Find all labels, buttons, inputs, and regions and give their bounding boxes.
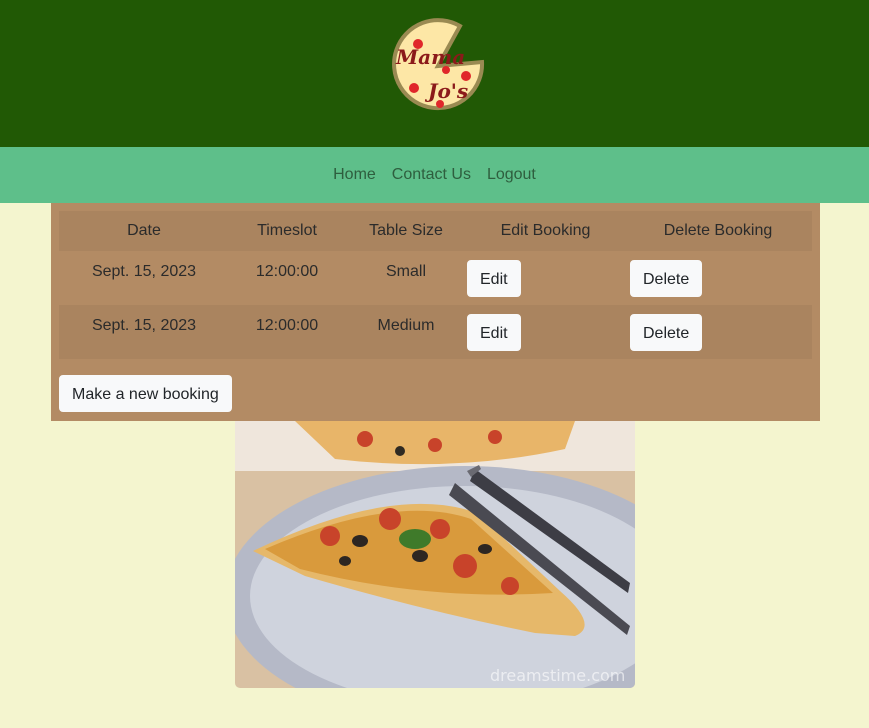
- table-row: Sept. 15, 2023 12:00:00 Medium Edit Dele…: [59, 305, 812, 359]
- mama-jos-logo[interactable]: Mama Jo's: [390, 18, 486, 114]
- booking-timeslot: 12:00:00: [255, 317, 319, 334]
- column-header-table-size: Table Size: [369, 222, 443, 239]
- navbar: Home Contact Us Logout: [0, 147, 869, 203]
- edit-cell: Edit: [467, 251, 624, 305]
- column-header-timeslot: Timeslot: [257, 222, 317, 239]
- pizza-slice-image: dreamstime.com: [235, 421, 635, 688]
- table-row: Sept. 15, 2023 12:00:00 Small Edit Delet…: [59, 251, 812, 305]
- pizza-photo: dreamstime.com: [235, 421, 635, 688]
- booking-table-size: Small: [385, 263, 426, 280]
- new-booking-button[interactable]: Make a new booking: [59, 375, 232, 412]
- column-header-delete-booking: Delete Booking: [663, 222, 773, 239]
- table-header-row: Date Timeslot Table Size Edit Booking De…: [59, 211, 812, 251]
- nav-home-link[interactable]: Home: [333, 166, 376, 184]
- logo-text-jos: Jo's: [424, 79, 468, 103]
- bookings-panel: Date Timeslot Table Size Edit Booking De…: [51, 203, 820, 421]
- bookings-table: Date Timeslot Table Size Edit Booking De…: [59, 211, 812, 359]
- watermark-text: dreamstime.com: [490, 666, 625, 685]
- delete-cell: Delete: [624, 251, 812, 305]
- edit-button[interactable]: Edit: [467, 313, 521, 351]
- header: Mama Jo's: [0, 0, 869, 147]
- booking-table-size: Medium: [377, 317, 435, 334]
- edit-cell: Edit: [467, 305, 624, 359]
- delete-button[interactable]: Delete: [630, 259, 703, 297]
- column-header-edit-booking: Edit Booking: [500, 222, 591, 239]
- column-header-date: Date: [127, 222, 161, 239]
- nav-contact-link[interactable]: Contact Us: [392, 166, 471, 184]
- edit-button[interactable]: Edit: [467, 259, 521, 297]
- delete-button[interactable]: Delete: [630, 313, 703, 351]
- delete-cell: Delete: [624, 305, 812, 359]
- nav-logout-link[interactable]: Logout: [487, 166, 536, 184]
- booking-date: Sept. 15, 2023: [91, 263, 197, 280]
- logo-text-mama: Mama: [395, 45, 465, 69]
- booking-date: Sept. 15, 2023: [91, 317, 197, 334]
- booking-timeslot: 12:00:00: [255, 263, 319, 280]
